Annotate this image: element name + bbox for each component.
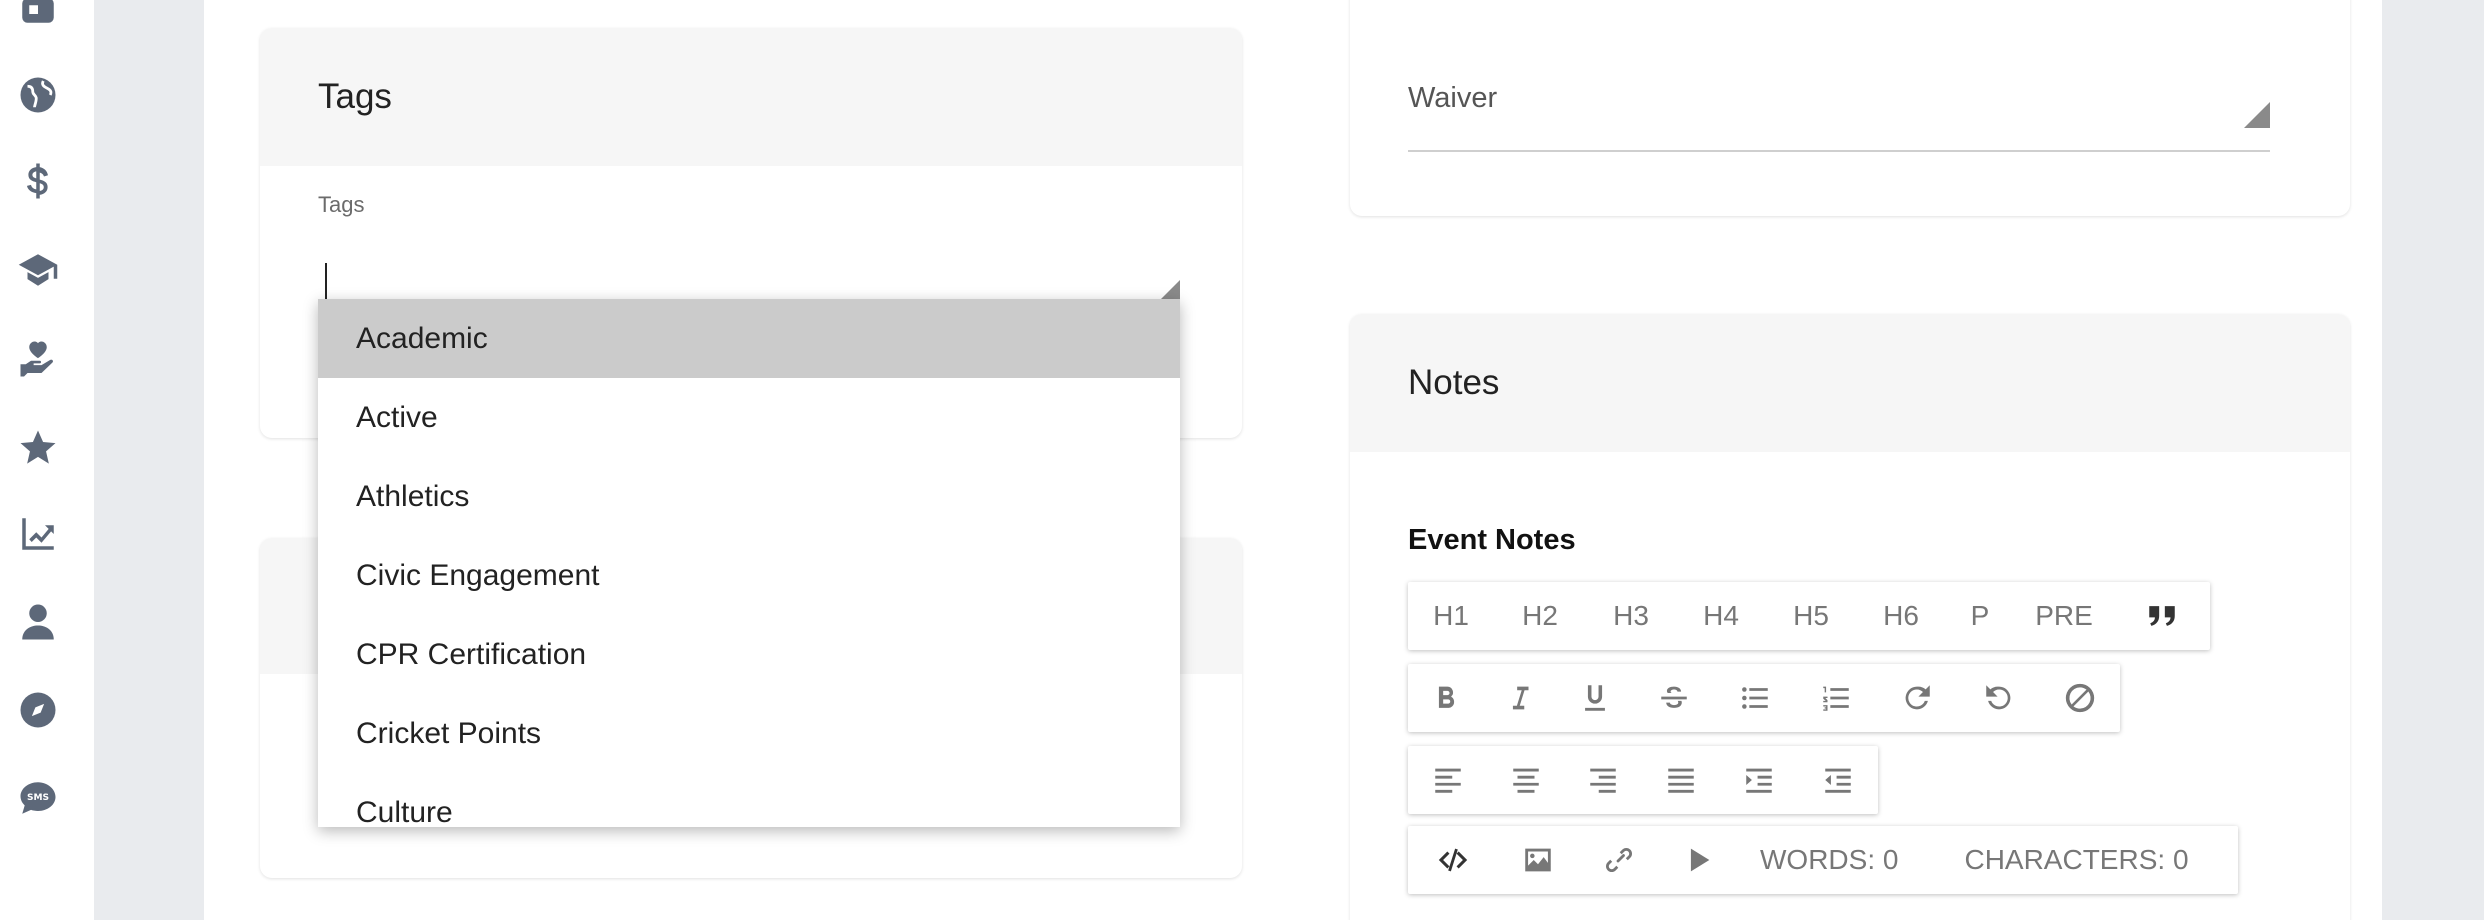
h4-button[interactable]: H4 bbox=[1676, 582, 1766, 650]
user-icon[interactable] bbox=[14, 598, 62, 646]
event-notes-label: Event Notes bbox=[1408, 524, 1576, 556]
indent-icon[interactable] bbox=[1720, 746, 1798, 814]
square-icon[interactable] bbox=[14, 0, 62, 38]
code-view-icon[interactable] bbox=[1408, 826, 1498, 894]
notes-card: Notes Event Notes H1 H2 H3 H4 H5 H6 P PR… bbox=[1350, 314, 2350, 920]
dollar-icon[interactable] bbox=[14, 157, 62, 205]
blockquote-icon[interactable] bbox=[2114, 582, 2210, 650]
underline-icon[interactable] bbox=[1556, 664, 1634, 732]
star-icon[interactable] bbox=[14, 424, 62, 472]
numbered-list-icon[interactable] bbox=[1796, 664, 1876, 732]
sidebar: SMS bbox=[0, 0, 94, 920]
hand-heart-icon[interactable] bbox=[14, 335, 62, 383]
tags-card-title: Tags bbox=[318, 77, 392, 116]
clear-format-icon[interactable] bbox=[2040, 664, 2120, 732]
strikethrough-icon[interactable] bbox=[1634, 664, 1714, 732]
format-toolbar bbox=[1408, 664, 2120, 732]
link-icon[interactable] bbox=[1578, 826, 1660, 894]
bullet-list-icon[interactable] bbox=[1714, 664, 1796, 732]
redo-icon[interactable] bbox=[1876, 664, 1958, 732]
image-icon[interactable] bbox=[1498, 826, 1578, 894]
dropdown-option-cricket-points[interactable]: Cricket Points bbox=[318, 694, 1180, 773]
tags-field-label: Tags bbox=[318, 192, 365, 217]
notes-card-header: Notes bbox=[1350, 314, 2350, 452]
align-center-icon[interactable] bbox=[1488, 746, 1564, 814]
outdent-icon[interactable] bbox=[1798, 746, 1878, 814]
resize-handle-icon[interactable] bbox=[2244, 102, 2270, 128]
align-left-icon[interactable] bbox=[1408, 746, 1488, 814]
svg-text:SMS: SMS bbox=[27, 793, 49, 803]
align-justify-icon[interactable] bbox=[1642, 746, 1720, 814]
waiver-field[interactable]: Waiver bbox=[1408, 68, 2270, 152]
waiver-card: Waiver bbox=[1350, 0, 2350, 216]
notes-card-title: Notes bbox=[1408, 363, 1500, 402]
tags-card-header: Tags bbox=[260, 28, 1242, 166]
align-right-icon[interactable] bbox=[1564, 746, 1642, 814]
waiver-field-label: Waiver bbox=[1408, 82, 1498, 114]
chart-line-icon[interactable] bbox=[14, 510, 62, 558]
undo-icon[interactable] bbox=[1958, 664, 2040, 732]
video-icon[interactable] bbox=[1660, 826, 1736, 894]
h5-button[interactable]: H5 bbox=[1766, 582, 1856, 650]
heading-toolbar: H1 H2 H3 H4 H5 H6 P PRE bbox=[1408, 582, 2210, 650]
h6-button[interactable]: H6 bbox=[1856, 582, 1946, 650]
dropdown-option-active[interactable]: Active bbox=[318, 378, 1180, 457]
h3-button[interactable]: H3 bbox=[1586, 582, 1676, 650]
insert-toolbar: WORDS: 0 CHARACTERS: 0 bbox=[1408, 826, 2238, 894]
paragraph-button[interactable]: P bbox=[1946, 582, 2014, 650]
alignment-toolbar bbox=[1408, 746, 1878, 814]
dropdown-option-cpr-certification[interactable]: CPR Certification bbox=[318, 615, 1180, 694]
tags-dropdown: Academic Active Athletics Civic Engageme… bbox=[318, 299, 1180, 827]
sms-icon[interactable]: SMS bbox=[14, 774, 62, 822]
bold-icon[interactable] bbox=[1408, 664, 1484, 732]
dropdown-option-athletics[interactable]: Athletics bbox=[318, 457, 1180, 536]
word-count: WORDS: 0 bbox=[1760, 844, 1899, 875]
pre-button[interactable]: PRE bbox=[2014, 582, 2114, 650]
italic-icon[interactable] bbox=[1484, 664, 1556, 732]
dropdown-option-academic[interactable]: Academic bbox=[318, 299, 1180, 378]
character-count: CHARACTERS: 0 bbox=[1964, 844, 2189, 875]
compass-icon[interactable] bbox=[14, 686, 62, 734]
dropdown-option-civic-engagement[interactable]: Civic Engagement bbox=[318, 536, 1180, 615]
dropdown-option-culture[interactable]: Culture bbox=[318, 773, 1180, 828]
h2-button[interactable]: H2 bbox=[1494, 582, 1586, 650]
globe-icon[interactable] bbox=[14, 71, 62, 119]
graduation-cap-icon[interactable] bbox=[14, 246, 62, 294]
h1-button[interactable]: H1 bbox=[1408, 582, 1494, 650]
